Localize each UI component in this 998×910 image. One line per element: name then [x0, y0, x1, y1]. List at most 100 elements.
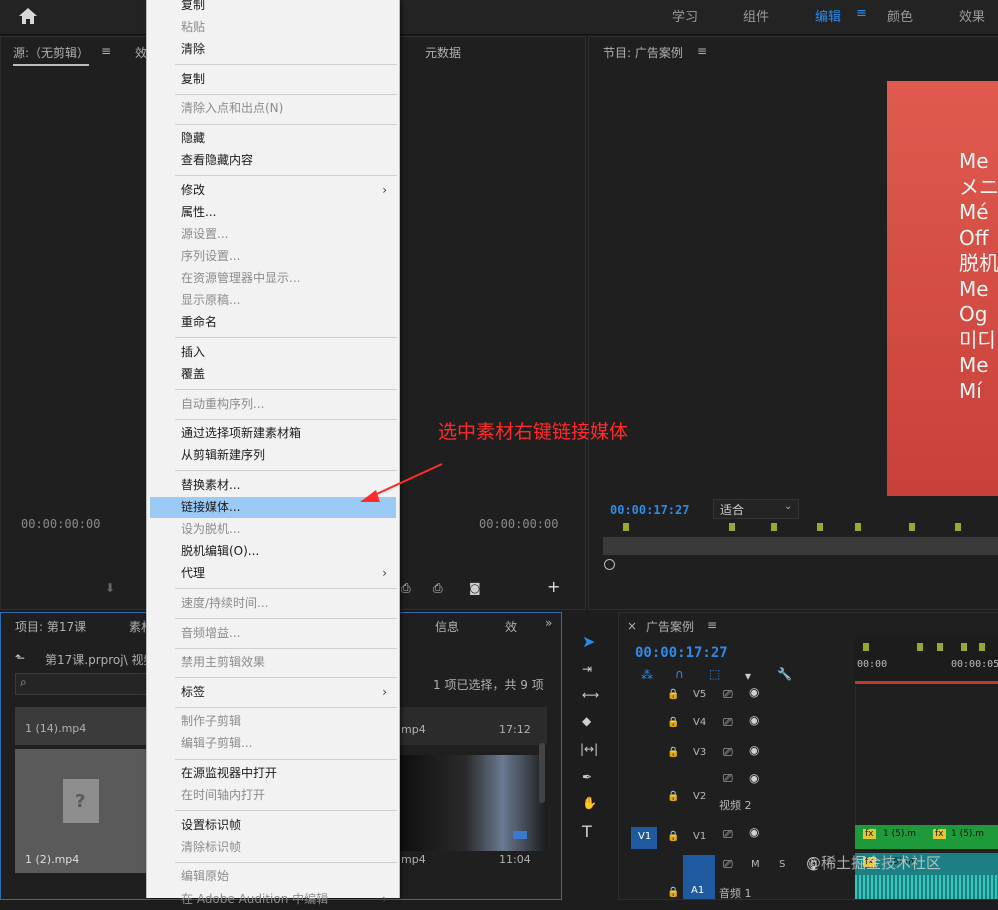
timeline-ruler[interactable]: 00:00 00:00:05:0	[855, 637, 998, 685]
workspace-menu-icon[interactable]: ≡	[856, 6, 867, 21]
menu-item[interactable]: 覆盖	[147, 364, 399, 385]
effects-tab[interactable]: 效	[505, 618, 517, 635]
menu-item-label: 编辑子剪辑...	[181, 736, 253, 751]
lock-icon[interactable]: 🔒	[667, 717, 679, 728]
lock-icon[interactable]: 🔒	[667, 747, 679, 758]
program-panel: 节目: 广告案例 ≡ Me メニ Mé Off 脱机 Me Og 미디 Me M…	[588, 36, 998, 610]
menu-item[interactable]: 标签 ›	[147, 682, 399, 703]
menu-item[interactable]: 设置标识帧	[147, 815, 399, 836]
pen-tool-icon[interactable]: ✒	[582, 770, 592, 784]
marker-icon[interactable]: ⬇	[105, 581, 115, 595]
menu-item[interactable]: 复制	[147, 69, 399, 90]
workspace-learn[interactable]: 学习	[672, 6, 698, 25]
menu-item[interactable]: 插入	[147, 342, 399, 363]
track-target-a1[interactable]: A1	[683, 855, 715, 899]
eye-icon[interactable]: ◉	[749, 825, 759, 839]
sync-lock-icon[interactable]: ⎚	[723, 715, 733, 730]
timeline-menu-icon[interactable]: ≡	[707, 618, 717, 632]
workspace-editing[interactable]: 编辑	[815, 6, 841, 25]
menu-item[interactable]: 在源监视器中打开	[147, 763, 399, 784]
menu-item[interactable]: 代理 ›	[147, 563, 399, 584]
menu-item: 清除入点和出点(N)	[147, 98, 399, 119]
lock-icon[interactable]: 🔒	[667, 689, 679, 700]
overwrite-icon[interactable]: ⎙	[433, 581, 443, 596]
program-menu-icon[interactable]: ≡	[697, 44, 707, 58]
video-line: Me	[959, 353, 989, 377]
hand-tool-icon[interactable]: ✋	[582, 796, 597, 810]
eye-icon[interactable]: ◉	[749, 685, 759, 699]
insert-icon[interactable]: ⎙	[401, 581, 411, 596]
workspace-color[interactable]: 颜色	[887, 6, 913, 25]
folder-up-icon[interactable]: ⬑	[15, 651, 25, 665]
clip-thumbnail[interactable]	[399, 755, 547, 851]
razor-tool-icon[interactable]: ◆	[582, 714, 591, 728]
timeline-tab[interactable]: 广告案例	[646, 618, 694, 635]
slip-tool-icon[interactable]: |↔|	[580, 742, 598, 756]
source-menu-icon[interactable]: ≡	[101, 44, 111, 58]
menu-item[interactable]: 重命名	[147, 312, 399, 333]
scrollbar[interactable]	[539, 743, 545, 803]
fit-dropdown[interactable]: 适合 ⌄	[713, 499, 799, 519]
search-input[interactable]: ⌕	[15, 673, 151, 695]
linked-selection-icon[interactable]: ⬚	[709, 667, 720, 681]
menu-item[interactable]: 复制	[147, 0, 399, 16]
snap-icon[interactable]: ∩	[675, 667, 684, 681]
eye-icon[interactable]: ◉	[749, 713, 759, 727]
workspace-assembly[interactable]: 组件	[743, 6, 769, 25]
more-panels-icon[interactable]: »	[545, 616, 552, 630]
ripple-tool-icon[interactable]: ⟷	[582, 688, 599, 702]
home-icon[interactable]	[18, 7, 38, 25]
source-patch-v1[interactable]: V1	[631, 827, 657, 849]
menu-item[interactable]: 隐藏	[147, 128, 399, 149]
metadata-tab[interactable]: 元数据	[425, 44, 461, 61]
camera-icon[interactable]: ◙	[469, 581, 481, 595]
sync-lock-icon[interactable]: ⎚	[723, 745, 733, 760]
work-area-bar[interactable]	[855, 681, 998, 684]
project-tab[interactable]: 项目: 第17课	[15, 618, 86, 635]
menu-item[interactable]: 脱机编辑(O)...	[147, 541, 399, 562]
program-tab[interactable]: 节目: 广告案例	[603, 44, 683, 61]
sync-lock-icon[interactable]: ⎚	[723, 827, 733, 842]
eye-icon[interactable]: ◉	[749, 743, 759, 757]
selection-tool-icon[interactable]: ➤	[582, 632, 595, 651]
workspace-effects[interactable]: 效果	[959, 6, 985, 25]
marker	[917, 643, 923, 651]
wrench-icon[interactable]: 🔧	[777, 667, 792, 681]
add-marker-icon[interactable]: ▾	[745, 669, 751, 683]
add-button-icon[interactable]: +	[547, 577, 560, 596]
info-tab[interactable]: 信息	[435, 618, 459, 635]
sync-lock-icon[interactable]: ⎚	[723, 771, 733, 786]
solo-button[interactable]: S	[779, 859, 785, 870]
menu-item[interactable]: 通过选择项新建素材箱	[147, 423, 399, 444]
menu-item[interactable]: 清除	[147, 39, 399, 60]
nest-icon[interactable]: ⁂	[641, 668, 653, 682]
menu-item[interactable]: 属性...	[147, 202, 399, 223]
program-timecode[interactable]: 00:00:17:27	[610, 503, 689, 517]
program-scrub-bar[interactable]	[603, 537, 998, 555]
menu-item-label: 属性...	[181, 204, 217, 219]
sync-lock-icon[interactable]: ⎚	[723, 687, 733, 702]
lock-icon[interactable]: 🔒	[667, 791, 679, 802]
marker	[937, 643, 943, 651]
mute-button[interactable]: M	[751, 859, 760, 870]
source-tab[interactable]: 源:（无剪辑）	[13, 44, 90, 66]
close-icon[interactable]: ×	[627, 619, 637, 633]
menu-item: 序列设置...	[147, 246, 399, 267]
v1-clips[interactable]: fx 1 (5).m fx 1 (5).m	[855, 825, 998, 849]
track-select-tool-icon[interactable]: ⇥	[582, 662, 592, 676]
clip-name: mp4	[401, 723, 426, 736]
track-label: A1	[691, 885, 705, 896]
sync-lock-icon[interactable]: ⎚	[723, 857, 733, 872]
menu-separator	[175, 389, 397, 391]
missing-file-icon: ?	[63, 779, 99, 823]
tools-panel: ➤ ⇥ ⟷ ◆ |↔| ✒ ✋ T	[570, 612, 612, 898]
menu-item[interactable]: 修改 ›	[147, 180, 399, 201]
type-tool-icon[interactable]: T	[582, 822, 592, 841]
menu-item[interactable]: 查看隐藏内容	[147, 150, 399, 171]
eye-icon[interactable]: ◉	[749, 771, 759, 785]
timeline-timecode[interactable]: 00:00:17:27	[635, 645, 728, 661]
lock-icon[interactable]: 🔒	[667, 831, 679, 842]
playhead-handle-icon[interactable]	[604, 559, 615, 570]
timeline-video-area[interactable]	[855, 687, 998, 827]
lock-icon[interactable]: 🔒	[667, 887, 679, 898]
